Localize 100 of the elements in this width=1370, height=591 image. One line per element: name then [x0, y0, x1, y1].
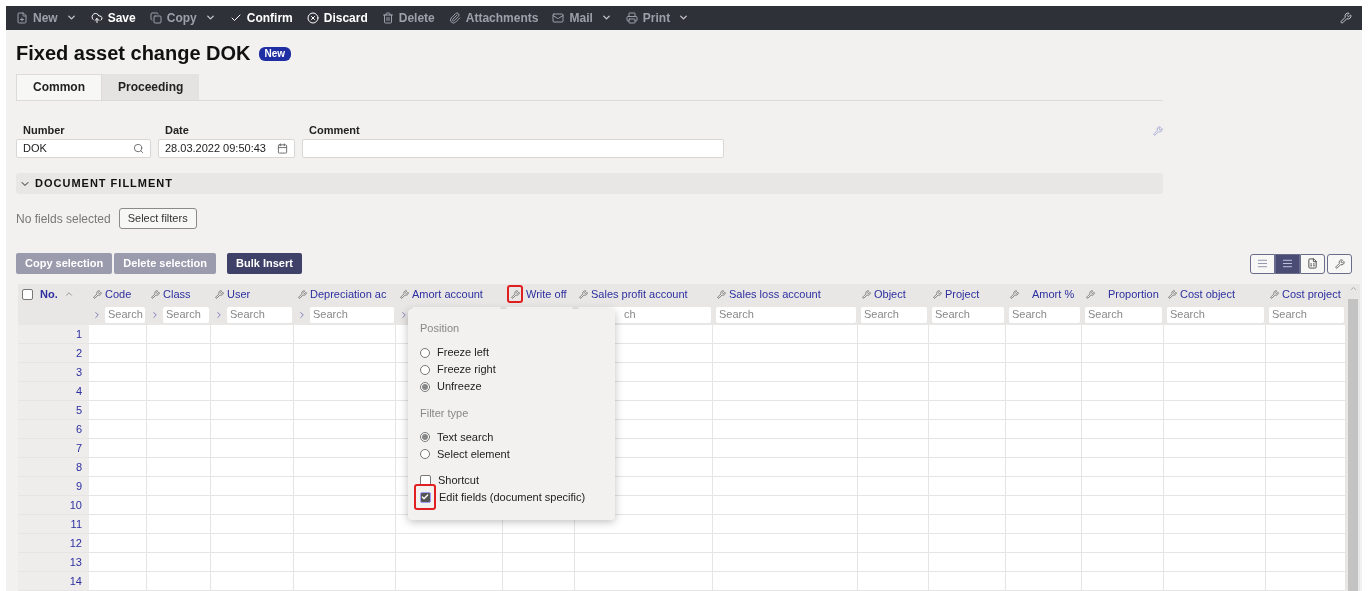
filter-status-text: No fields selected — [16, 210, 111, 228]
column-header[interactable]: Cost object — [1180, 285, 1236, 303]
filter-field[interactable]: Search — [1269, 306, 1344, 323]
view-button[interactable] — [1300, 253, 1325, 274]
copy-icon — [149, 11, 162, 24]
column-settings-button[interactable] — [1010, 289, 1019, 299]
settings-icon[interactable] — [1340, 11, 1352, 24]
wrench-icon — [1168, 289, 1177, 299]
view-button[interactable] — [1327, 253, 1352, 274]
trash-icon — [381, 11, 394, 24]
comment-field[interactable] — [302, 139, 724, 158]
column-header[interactable]: Amort % — [1032, 285, 1075, 303]
column-header[interactable]: Write off — [526, 285, 567, 303]
radio-button[interactable] — [420, 347, 430, 358]
column-header[interactable]: Depreciation ac — [310, 285, 387, 303]
column-header[interactable]: Cost project — [1282, 285, 1341, 303]
view-button[interactable] — [1250, 253, 1275, 274]
filter-field[interactable]: Search — [861, 306, 927, 323]
checkbox[interactable] — [420, 474, 431, 486]
column-settings-button[interactable] — [1086, 289, 1095, 299]
file-plus-icon — [16, 11, 28, 24]
filter-field[interactable]: Search — [310, 306, 394, 323]
tab[interactable]: Proceeding — [102, 73, 200, 100]
table-cell — [147, 458, 211, 477]
column-header[interactable]: Sales loss account — [729, 285, 821, 303]
column-settings-button[interactable] — [1270, 289, 1279, 299]
table-cell — [147, 439, 211, 458]
column-header[interactable]: Sales profit account — [591, 285, 688, 303]
column-settings-button[interactable] — [579, 289, 588, 299]
row-number: 4 — [18, 382, 89, 401]
menu-option-label[interactable]: Shortcut — [438, 471, 479, 489]
filter-field[interactable]: Search — [227, 306, 292, 323]
wrench-icon — [579, 289, 588, 299]
column-settings-button[interactable] — [1168, 289, 1177, 299]
filter-field[interactable]: Search — [1167, 306, 1264, 323]
column-header[interactable]: Project — [945, 285, 980, 303]
table-cell — [147, 553, 211, 572]
chevron-right-icon[interactable] — [214, 309, 224, 320]
date-field[interactable]: 28.03.2022 09:50:43 — [158, 139, 295, 158]
filter-field[interactable]: Search — [1085, 306, 1162, 323]
column-settings-button[interactable] — [298, 289, 307, 299]
column-settings-button[interactable] — [151, 289, 160, 299]
column-header[interactable]: Class — [163, 285, 191, 303]
number-lookup-field[interactable]: DOK — [16, 139, 151, 158]
radio-button[interactable] — [420, 364, 430, 375]
row-number: 14 — [18, 572, 89, 591]
menu-option-label[interactable]: Freeze left — [437, 344, 489, 361]
column-header[interactable]: No. — [40, 285, 58, 303]
table-cell — [858, 572, 929, 591]
toolbar-button[interactable]: Save — [90, 8, 136, 27]
column-header[interactable]: Amort account — [412, 285, 483, 303]
tab[interactable]: Common — [16, 73, 102, 100]
filter-field[interactable]: Search — [716, 306, 856, 323]
check-icon — [421, 493, 429, 501]
menu-option-label[interactable]: Text search — [437, 428, 494, 446]
filter-field[interactable]: Search — [163, 306, 209, 323]
chevron-right-icon[interactable] — [297, 309, 307, 320]
column-header[interactable]: User — [227, 285, 251, 303]
filter-field[interactable]: Search — [932, 306, 1004, 323]
select-all-checkbox[interactable] — [22, 288, 33, 300]
chevron-right-icon[interactable] — [399, 309, 409, 320]
scroll-up-icon[interactable] — [1348, 284, 1358, 293]
column-settings-button[interactable] — [717, 289, 726, 299]
paperclip-icon — [448, 11, 461, 24]
table-cell — [89, 382, 147, 401]
search-icon[interactable] — [133, 143, 144, 154]
column-header[interactable]: Object — [874, 285, 906, 303]
toolbar-button[interactable]: Confirm — [229, 8, 293, 27]
column-settings-button[interactable] — [400, 289, 409, 299]
wrench-icon — [400, 289, 409, 299]
section-header[interactable]: DOCUMENT FILLMENT — [16, 173, 1163, 194]
chevron-right-icon[interactable] — [150, 309, 160, 320]
menu-option-label[interactable]: Freeze right — [437, 361, 496, 378]
sort-icon[interactable] — [63, 289, 74, 299]
column-settings-button[interactable] — [933, 289, 942, 299]
table-cell — [89, 344, 147, 363]
menu-option-label[interactable]: Edit fields (document specific) — [439, 488, 586, 506]
calendar-icon[interactable] — [277, 143, 288, 154]
checkbox[interactable] — [414, 484, 436, 510]
printer-icon — [625, 11, 638, 24]
column-settings-button[interactable] — [93, 289, 102, 299]
view-button[interactable] — [1275, 253, 1300, 274]
chevron-right-icon[interactable] — [92, 309, 102, 320]
column-header[interactable]: Code — [105, 285, 132, 303]
radio-button[interactable] — [420, 381, 430, 392]
table-cell — [147, 363, 211, 382]
menu-option-label[interactable]: Select element — [437, 445, 510, 463]
select-filters-button[interactable]: Select filters — [118, 208, 197, 229]
column-settings-button[interactable] — [862, 289, 871, 299]
filter-field[interactable]: Search — [1009, 306, 1080, 323]
filter-field[interactable]: Search — [105, 306, 145, 323]
menu-option-label[interactable]: Unfreeze — [437, 378, 482, 395]
scrollbar[interactable] — [1346, 284, 1360, 591]
toolbar-button[interactable]: Discard — [306, 8, 368, 27]
action-button[interactable]: Bulk Insert — [227, 253, 302, 274]
table-cell — [503, 534, 575, 553]
column-header[interactable]: Proportion — [1108, 285, 1159, 303]
radio-button[interactable] — [420, 449, 430, 459]
column-settings-button[interactable] — [215, 289, 224, 299]
radio-button[interactable] — [420, 432, 430, 442]
